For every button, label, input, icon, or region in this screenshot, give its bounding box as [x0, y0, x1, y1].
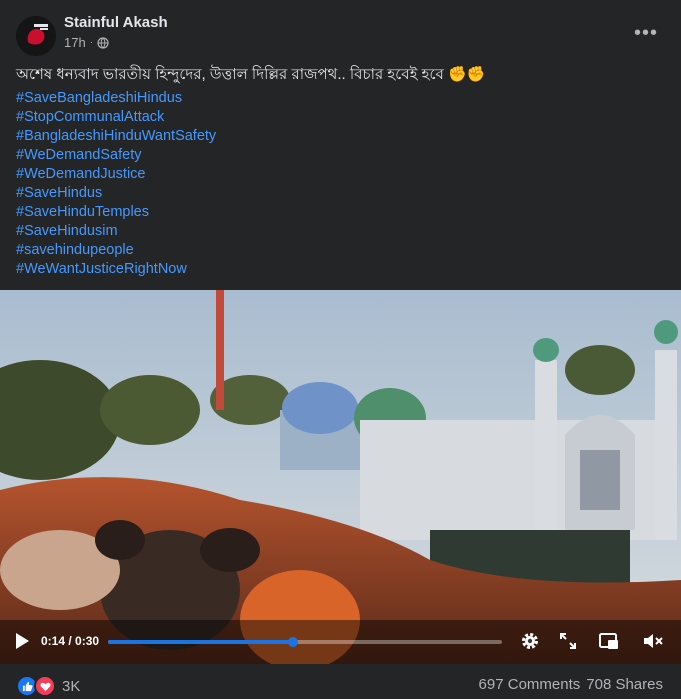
- video-progress-knob[interactable]: [288, 637, 299, 647]
- hashtag-link[interactable]: #SaveHindusim: [16, 222, 216, 241]
- volume-muted-icon[interactable]: [642, 631, 664, 651]
- reaction-count: 3K: [62, 677, 81, 695]
- more-options-button[interactable]: •••: [631, 18, 661, 48]
- post-caption: অশেষ ধন্যবাদ ভারতীয় হিন্দুদের, উত্তাল দ…: [16, 63, 485, 88]
- globe-icon: [97, 36, 109, 49]
- reaction-summary[interactable]: 3K: [16, 675, 80, 697]
- hashtag-list: #SaveBangladeshiHindus #StopCommunalAtta…: [16, 89, 216, 279]
- post-meta: 17h ·: [64, 35, 109, 50]
- avatar[interactable]: [16, 16, 56, 56]
- facebook-post: Stainful Akash 17h · ••• অশেষ ধন্যবাদ ভা…: [0, 0, 681, 699]
- hashtag-link[interactable]: #SaveBangladeshiHindus: [16, 89, 216, 108]
- video-player[interactable]: 0:14 / 0:30: [0, 290, 681, 664]
- caption-text: অশেষ ধন্যবাদ ভারতীয় হিন্দুদের, উত্তাল দ…: [16, 66, 444, 83]
- author-name[interactable]: Stainful Akash: [64, 14, 168, 31]
- video-frame: [0, 290, 681, 664]
- hashtag-link[interactable]: #WeWantJusticeRightNow: [16, 260, 216, 279]
- video-time: 0:14 / 0:30: [41, 634, 100, 648]
- settings-gear-icon[interactable]: [520, 631, 540, 651]
- comments-count[interactable]: 697 Comments: [479, 676, 581, 693]
- shares-count[interactable]: 708 Shares: [586, 676, 663, 693]
- hashtag-link[interactable]: #savehindupeople: [16, 241, 216, 260]
- picture-in-picture-icon[interactable]: [598, 631, 620, 651]
- video-progress-bar[interactable]: [108, 637, 502, 647]
- engagement-stats: 697 Comments 708 Shares: [479, 676, 663, 693]
- hashtag-link[interactable]: #StopCommunalAttack: [16, 108, 216, 127]
- video-progress-fill: [108, 640, 294, 644]
- video-controls: 0:14 / 0:30: [0, 622, 681, 662]
- post-time[interactable]: 17h: [64, 35, 86, 50]
- fullscreen-icon[interactable]: [558, 631, 578, 651]
- hashtag-link[interactable]: #WeDemandJustice: [16, 165, 216, 184]
- raised-fist-emoji: ✊✊: [448, 66, 486, 83]
- love-reaction-icon: [34, 675, 56, 697]
- hashtag-link[interactable]: #SaveHinduTemples: [16, 203, 216, 222]
- hashtag-link[interactable]: #WeDemandSafety: [16, 146, 216, 165]
- play-icon[interactable]: [14, 632, 30, 650]
- hashtag-link[interactable]: #BangladeshiHinduWantSafety: [16, 127, 216, 146]
- meta-separator: ·: [89, 37, 94, 48]
- hashtag-link[interactable]: #SaveHindus: [16, 184, 216, 203]
